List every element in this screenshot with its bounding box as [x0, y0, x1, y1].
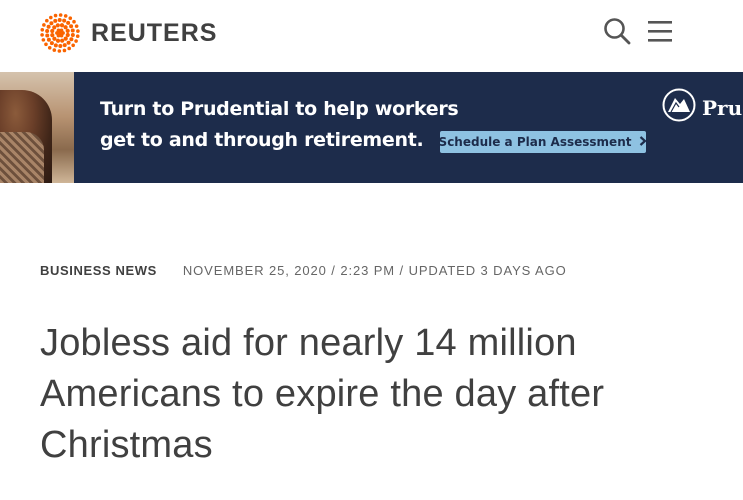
section-label[interactable]: BUSINESS NEWS [40, 263, 157, 278]
ad-brand-logo: Prud [662, 88, 743, 127]
ad-cta-label: Schedule a Plan Assessment [438, 135, 632, 149]
brand-name: REUTERS [91, 18, 218, 47]
site-header: REUTERS [0, 0, 743, 72]
ad-cta-button[interactable]: Schedule a Plan Assessment [438, 131, 648, 153]
article-headline: Jobless aid for nearly 14 million Americ… [40, 322, 605, 466]
hamburger-menu-icon[interactable] [646, 16, 674, 51]
chevron-right-icon [639, 135, 648, 149]
ad-brand-name: Prud [702, 95, 743, 120]
reuters-logo[interactable]: REUTERS [39, 12, 217, 54]
ad-headline-line1: Turn to Prudential to help workers [100, 98, 459, 120]
ad-photo-shirt [0, 132, 44, 183]
reuters-dots-logo-icon [40, 13, 80, 53]
prudential-rock-icon [662, 88, 696, 127]
search-icon[interactable] [602, 16, 632, 51]
ad-photo [0, 72, 74, 183]
advertisement-banner[interactable]: Turn to Prudential to help workers get t… [0, 72, 743, 183]
ad-headline-line2: get to and through retirement. [100, 129, 424, 151]
article-meta: BUSINESS NEWS NOVEMBER 25, 2020 / 2:23 P… [40, 263, 567, 278]
article-dateline: NOVEMBER 25, 2020 / 2:23 PM / UPDATED 3 … [182, 263, 567, 278]
